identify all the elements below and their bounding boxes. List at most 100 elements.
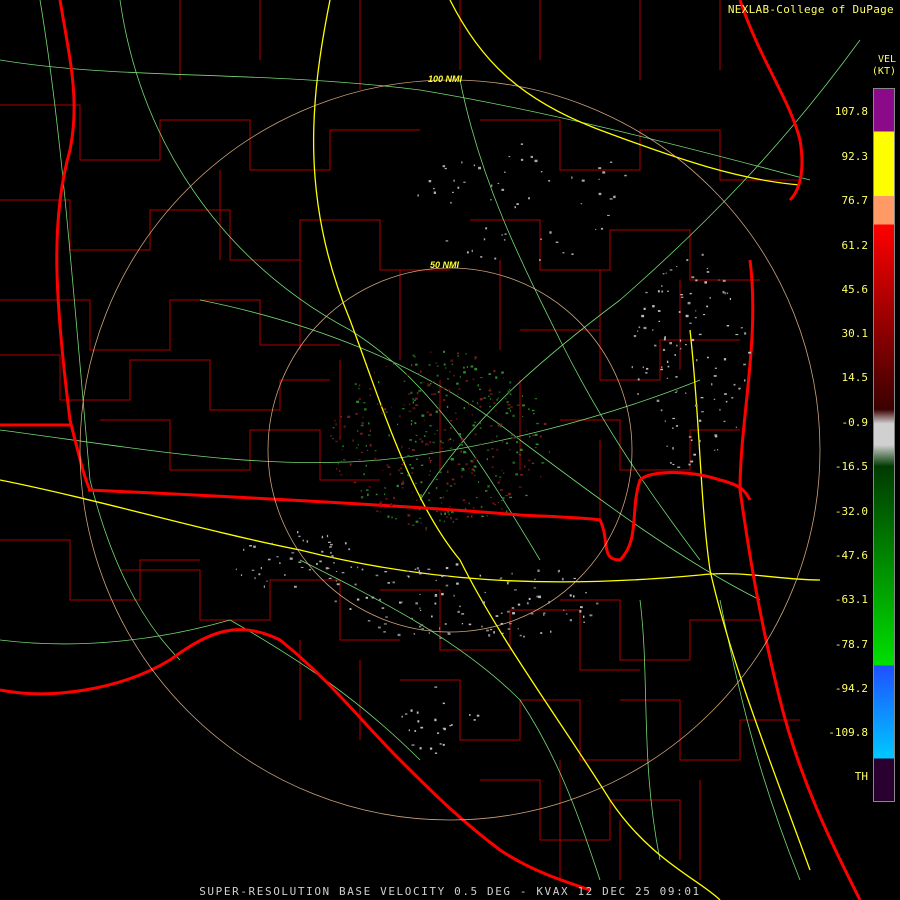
echo-pixel — [519, 634, 522, 637]
echo-pixel — [486, 490, 488, 493]
echo-pixel — [249, 545, 252, 547]
echo-pixel — [493, 370, 496, 373]
echo-pixel — [439, 627, 441, 630]
echo-pixel — [657, 290, 660, 293]
echo-pixel — [512, 414, 515, 417]
echo-pixel — [369, 429, 371, 432]
echo-pixel — [397, 423, 399, 425]
echo-pixel — [341, 572, 345, 574]
echo-pixel — [401, 408, 405, 410]
echo-pixel — [461, 623, 464, 625]
echo-pixel — [335, 580, 338, 582]
echo-pixel — [462, 469, 465, 471]
echo-pixel — [418, 508, 421, 511]
echo-pixel — [501, 469, 503, 472]
radar-map: 100 NMI 50 NMI — [0, 0, 900, 900]
echo-pixel — [410, 467, 414, 469]
echo-pixel — [499, 423, 503, 426]
echo-pixel — [525, 494, 528, 497]
echo-pixel — [498, 479, 501, 481]
echo-pixel — [526, 430, 528, 432]
echo-pixel — [415, 397, 418, 400]
echo-pixel — [349, 608, 352, 610]
echo-pixel — [661, 366, 663, 369]
echo-pixel — [403, 380, 406, 382]
echo-pixel — [456, 582, 459, 585]
echo-pixel — [507, 404, 511, 406]
echo-pixel — [540, 171, 543, 173]
echo-pixel — [503, 472, 505, 474]
echo-pixel — [679, 339, 682, 342]
echo-pixel — [509, 388, 511, 391]
echo-pixel — [691, 338, 695, 342]
echo-pixel — [472, 378, 475, 381]
echo-pixel — [713, 375, 717, 377]
echo-pixel — [453, 439, 455, 442]
echo-pixel — [714, 367, 717, 369]
echo-pixel — [469, 714, 471, 716]
echo-pixel — [420, 624, 424, 626]
echo-pixel — [407, 570, 410, 572]
echo-pixel — [476, 497, 478, 499]
echo-pixel — [408, 729, 410, 732]
echo-pixel — [419, 522, 422, 524]
echo-pixel — [479, 427, 482, 429]
echo-pixel — [596, 602, 599, 605]
echo-pixel — [509, 406, 513, 409]
echo-pixel — [343, 425, 346, 428]
echo-pixel — [474, 433, 477, 436]
echo-pixel — [722, 290, 725, 294]
echo-pixel — [656, 399, 660, 402]
echo-pixel — [429, 629, 432, 631]
echo-pixel — [598, 192, 602, 196]
echo-pixel — [435, 362, 437, 364]
echo-pixel — [457, 393, 459, 395]
echo-pixel — [491, 466, 494, 469]
echo-pixel — [533, 587, 537, 589]
echo-pixel — [417, 720, 420, 723]
echo-pixel — [550, 630, 552, 633]
echo-pixel — [643, 326, 647, 330]
echo-pixel — [511, 607, 515, 609]
echo-pixel — [373, 371, 375, 374]
echo-pixel — [449, 724, 452, 727]
echo-pixel — [487, 485, 490, 488]
echo-pixel — [415, 458, 418, 460]
echo-pixel — [489, 496, 492, 498]
echo-pixel — [677, 466, 681, 468]
echo-pixel — [664, 336, 666, 339]
echo-pixel — [507, 390, 510, 393]
echo-pixel — [378, 381, 380, 384]
echo-pixel — [401, 482, 405, 485]
echo-pixel — [511, 572, 513, 575]
echo-pixel — [688, 436, 692, 438]
echo-pixel — [419, 747, 422, 750]
echo-pixel — [661, 290, 664, 293]
echo-pixel — [289, 557, 293, 560]
echo-pixel — [680, 347, 682, 350]
echo-pixel — [356, 447, 358, 449]
echo-pixel — [665, 272, 667, 274]
echo-pixel — [520, 454, 522, 456]
echo-pixel — [481, 515, 485, 517]
echo-pixel — [383, 623, 387, 625]
echo-pixel — [463, 450, 466, 454]
echo-pixel — [663, 338, 666, 341]
echo-pixel — [609, 161, 613, 163]
echo-pixel — [254, 577, 256, 580]
echo-pixel — [410, 709, 413, 712]
echo-pixel — [657, 310, 661, 312]
echo-pixel — [362, 416, 364, 419]
echo-pixel — [516, 441, 518, 444]
echo-pixel — [500, 577, 503, 579]
echo-pixel — [451, 446, 453, 450]
echo-pixel — [733, 383, 736, 386]
echo-pixel — [687, 301, 691, 305]
echo-pixel — [365, 596, 368, 599]
echo-pixel — [456, 352, 460, 355]
echo-pixel — [243, 548, 245, 551]
echo-pixel — [704, 281, 707, 284]
echo-pixel — [425, 431, 428, 433]
echo-pixel — [384, 571, 388, 573]
echo-pixel — [637, 330, 639, 332]
